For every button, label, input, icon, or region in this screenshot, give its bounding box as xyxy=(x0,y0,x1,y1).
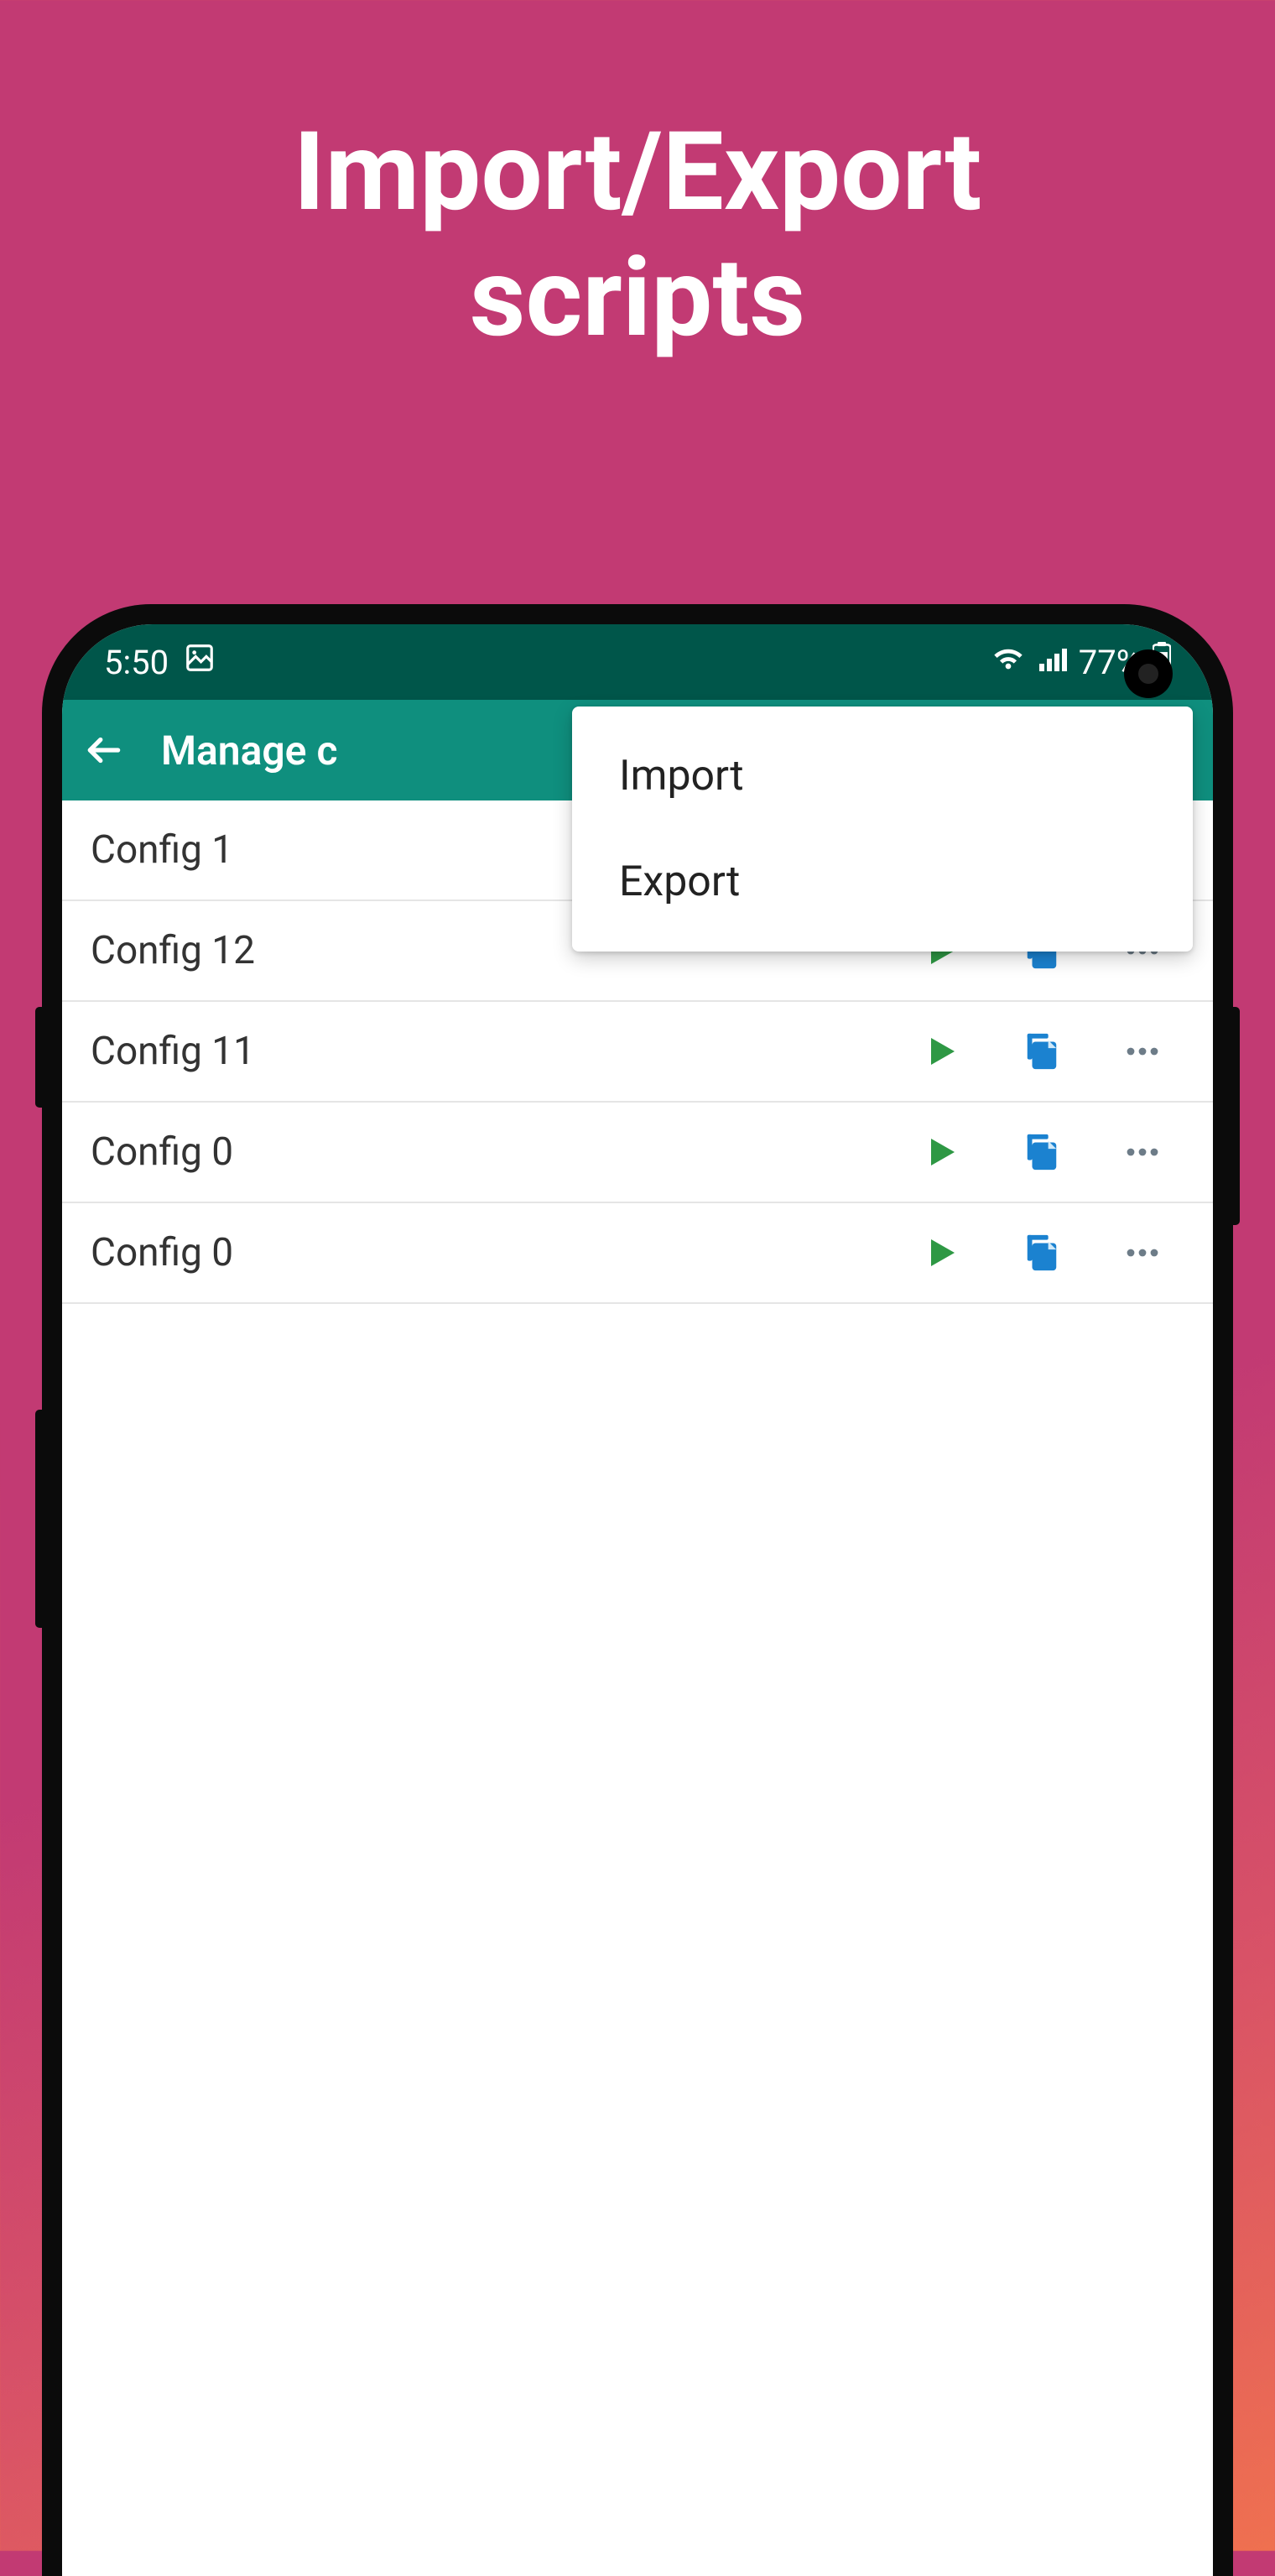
menu-item-export[interactable]: Export xyxy=(572,829,1193,935)
promo-title-line1: Import/Export xyxy=(294,107,982,236)
menu-item-import[interactable]: Import xyxy=(572,723,1193,829)
phone-side-button xyxy=(35,1410,44,1628)
config-name: Config 0 xyxy=(91,1230,899,1275)
row-actions xyxy=(916,1127,1184,1177)
phone-side-button xyxy=(1231,1007,1240,1225)
more-button[interactable] xyxy=(1117,1026,1168,1077)
copy-button[interactable] xyxy=(1017,1127,1067,1177)
overflow-menu: Import Export xyxy=(572,707,1193,952)
list-item[interactable]: Config 0 xyxy=(62,1103,1213,1203)
status-bar: 5:50 xyxy=(62,624,1213,700)
config-name: Config 0 xyxy=(91,1129,899,1175)
row-actions xyxy=(916,1026,1184,1077)
play-button[interactable] xyxy=(916,1228,966,1278)
image-icon xyxy=(184,642,216,682)
more-button[interactable] xyxy=(1117,1127,1168,1177)
play-button[interactable] xyxy=(916,1026,966,1077)
copy-button[interactable] xyxy=(1017,1026,1067,1077)
wifi-icon xyxy=(991,641,1025,683)
status-time: 5:50 xyxy=(104,643,169,682)
phone-side-button xyxy=(35,1007,44,1108)
more-button[interactable] xyxy=(1117,1228,1168,1278)
copy-button[interactable] xyxy=(1017,1228,1067,1278)
list-item[interactable]: Config 11 xyxy=(62,1002,1213,1103)
play-button[interactable] xyxy=(916,1127,966,1177)
row-actions xyxy=(916,1228,1184,1278)
promo-title: Import/Export scripts xyxy=(0,109,1275,360)
promo-title-line2: scripts xyxy=(470,233,805,362)
phone-frame: 5:50 xyxy=(42,604,1233,2576)
list-item[interactable]: Config 0 xyxy=(62,1203,1213,1304)
front-camera xyxy=(1124,649,1173,698)
config-name: Config 11 xyxy=(91,1029,899,1074)
phone-screen: 5:50 xyxy=(62,624,1213,2576)
status-left: 5:50 xyxy=(104,642,216,682)
signal-icon xyxy=(1037,643,1067,682)
back-button[interactable] xyxy=(79,725,129,775)
